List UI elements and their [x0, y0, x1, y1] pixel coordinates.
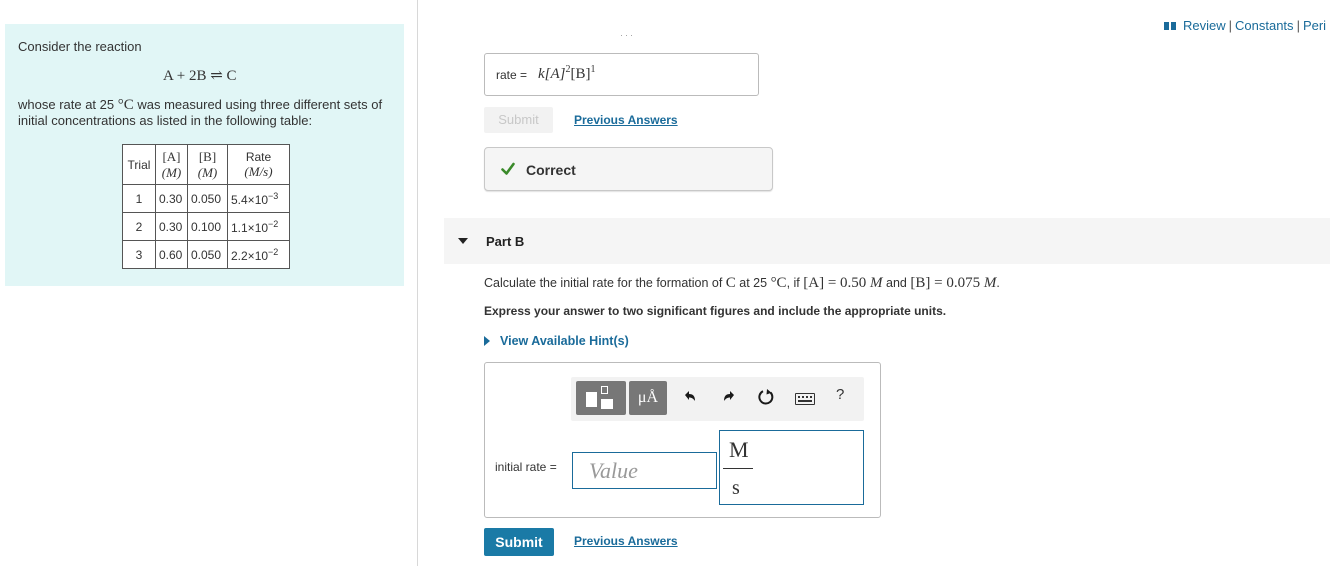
temp-unit: °C: [117, 97, 134, 113]
header-b: [B] (M): [187, 144, 228, 185]
link-separator: |: [1228, 18, 1233, 33]
part-a-submit-button: Submit: [484, 107, 553, 133]
units-input[interactable]: M s: [719, 430, 864, 505]
cell-trial: 3: [122, 240, 156, 269]
part-a-answer-box: rate = k[A]2[B]1: [484, 53, 759, 96]
table-row: 3 0.60 0.050 2.2×10−2: [122, 240, 290, 269]
view-hints-link[interactable]: View Available Hint(s): [484, 334, 629, 348]
part-b-instruction: Express your answer to two significant f…: [484, 304, 947, 318]
cell-trial: 2: [122, 212, 156, 241]
cell-b: 0.100: [187, 212, 228, 241]
part-b-title[interactable]: Part B: [486, 234, 524, 249]
hints-label[interactable]: View Available Hint(s): [500, 334, 629, 348]
unit-denominator: s: [732, 477, 740, 499]
part-b-previous-answers-link[interactable]: Previous Answers: [574, 534, 678, 548]
help-icon[interactable]: ?: [836, 386, 844, 403]
caret-right-icon: [484, 336, 490, 346]
cell-trial: 1: [122, 184, 156, 213]
top-links: Review | Constants | Peri: [1164, 18, 1326, 33]
caret-down-icon[interactable]: [458, 238, 468, 244]
cell-rate: 2.2×10−2: [227, 240, 290, 269]
cell-rate: 5.4×10−3: [227, 184, 290, 213]
link-separator: |: [1296, 18, 1300, 33]
check-icon: [501, 162, 515, 175]
unit-numerator: M: [729, 437, 749, 462]
cell-a: 0.30: [155, 212, 188, 241]
cell-rate: 1.1×10−2: [227, 212, 290, 241]
table-header-row: Trial [A] (M) [B] (M) Rate (M/s): [122, 144, 290, 185]
header-a: [A] (M): [155, 144, 188, 185]
initial-rate-label: initial rate =: [495, 460, 557, 474]
rate-law-expression: k[A]2[B]1: [538, 64, 596, 82]
rate-data-table: Trial [A] (M) [B] (M) Rate (M/s) 1 0.30 0.0…: [122, 144, 290, 269]
table-row: 2 0.30 0.100 1.1×10−2: [122, 212, 290, 241]
cell-a: 0.60: [155, 240, 188, 269]
problem-panel: Consider the reaction A + 2B ⇌ C whose r…: [5, 24, 404, 286]
constants-link[interactable]: Constants: [1235, 18, 1294, 33]
part-b-question: Calculate the initial rate for the forma…: [484, 275, 1000, 291]
undo-icon[interactable]: [679, 386, 701, 408]
value-input[interactable]: [572, 452, 717, 489]
units-button[interactable]: μÅ: [629, 381, 667, 415]
reaction-equation: A + 2B ⇌ C: [163, 68, 237, 84]
table-row: 1 0.30 0.050 5.4×10−3: [122, 184, 290, 213]
periodic-table-link[interactable]: Peri: [1303, 18, 1326, 33]
review-link[interactable]: Review: [1183, 18, 1226, 33]
header-rate: Rate (M/s): [227, 144, 290, 185]
correct-feedback: Correct: [484, 147, 773, 191]
cell-b: 0.050: [187, 240, 228, 269]
templates-icon[interactable]: [576, 381, 626, 415]
panel-divider: [417, 0, 418, 566]
rate-label: rate =: [496, 68, 528, 82]
part-b-header[interactable]: [444, 218, 1330, 264]
desc-text-1: whose rate at 25: [18, 97, 115, 112]
problem-intro: Consider the reaction: [18, 39, 142, 54]
book-icon: [1164, 21, 1176, 30]
part-b-submit-button[interactable]: Submit: [484, 528, 554, 556]
reset-icon[interactable]: [755, 386, 777, 408]
header-trial: Trial: [122, 144, 156, 185]
part-a-previous-answers-link[interactable]: Previous Answers: [574, 113, 678, 127]
correct-text: Correct: [526, 162, 576, 178]
problem-description: whose rate at 25 °C was measured using t…: [18, 97, 398, 129]
cell-b: 0.050: [187, 184, 228, 213]
redo-icon[interactable]: [718, 386, 740, 408]
scroll-indicator: ···: [620, 30, 635, 40]
fraction-bar: [723, 468, 753, 469]
cell-a: 0.30: [155, 184, 188, 213]
keyboard-icon[interactable]: [795, 393, 815, 405]
